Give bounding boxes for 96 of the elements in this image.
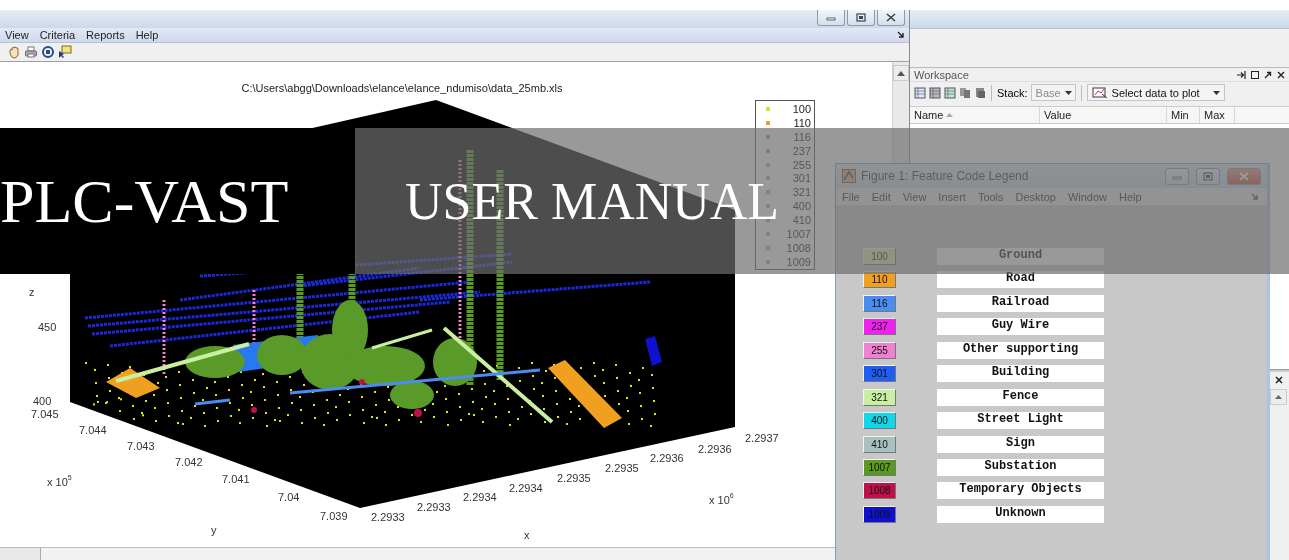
feature-name-field: Temporary Objects (937, 482, 1104, 500)
table-icon[interactable] (929, 86, 941, 99)
axis-label: z (29, 286, 35, 298)
tick-label: 2.2936 (650, 452, 684, 464)
tick-label: 2.2935 (557, 472, 591, 484)
cursor-icon[interactable] (58, 45, 72, 59)
menu-item[interactable]: Reports (86, 29, 125, 41)
color-swatch[interactable]: 400 (863, 412, 896, 430)
legend-label: 100 (791, 102, 812, 115)
tick-label: 7.042 (175, 456, 203, 468)
axis-multiplier: x 10$^{5}$ (47, 476, 72, 488)
axis-label: y (211, 524, 217, 536)
color-swatch[interactable]: 321 (863, 388, 896, 406)
color-swatch[interactable]: 301 (863, 365, 896, 383)
field-label: Stack: (997, 86, 1028, 99)
chart-icon (1091, 86, 1108, 99)
window-title: Figure 1: Feature Code Legend (861, 169, 1029, 183)
legend-label: 410 (791, 214, 812, 227)
menu-item[interactable]: View (5, 29, 29, 41)
legend-label: 301 (791, 172, 812, 185)
close-icon (884, 12, 898, 23)
tick-label: 7.045 (31, 408, 59, 420)
feature-name-field: Other supporting (937, 341, 1104, 359)
feature-name-field: Building (937, 365, 1104, 383)
color-swatch[interactable]: 116 (863, 294, 896, 312)
close-button[interactable] (877, 10, 905, 26)
banner-subtitle: USER MANUAL (405, 171, 780, 231)
tick-label: 2.2933 (371, 511, 405, 523)
tick-label: 2.2937 (745, 432, 779, 444)
color-swatch[interactable]: 237 (863, 318, 896, 336)
tick-label: 2.2934 (509, 482, 543, 494)
feature-name-field: Fence (937, 388, 1104, 406)
tick-label: 2.2934 (463, 491, 497, 503)
rotate-icon[interactable] (41, 45, 55, 59)
legend-label: 116 (792, 130, 812, 143)
tick-label: 7.044 (79, 424, 107, 436)
legend-label: 1008 (785, 241, 812, 254)
scroll-up-button[interactable] (1270, 389, 1287, 405)
feature-name-field: Sign (937, 435, 1104, 453)
color-swatch[interactable]: 1007 (863, 458, 896, 476)
tick-label: 7.043 (127, 440, 155, 452)
tick-label: 2.2935 (605, 462, 639, 474)
feature-name-field: Street Light (937, 412, 1104, 430)
hand-icon[interactable] (7, 45, 21, 59)
column-header[interactable]: Min (1167, 107, 1200, 123)
close-icon (1275, 375, 1283, 384)
column-header[interactable]: Value (1040, 107, 1167, 123)
copy-icon[interactable] (959, 86, 971, 99)
table-icon[interactable] (944, 86, 956, 99)
color-swatch[interactable]: 410 (863, 435, 896, 453)
maximize-icon[interactable] (1251, 70, 1259, 79)
legend-label: 255 (791, 158, 812, 171)
close-icon[interactable] (1277, 70, 1285, 79)
legend-label: 321 (791, 186, 812, 199)
legend-label: 1007 (785, 227, 812, 240)
tick-label: 7.041 (222, 473, 250, 485)
feature-name-field: Substation (937, 458, 1104, 476)
menu-item[interactable]: Criteria (39, 29, 76, 41)
undock-icon[interactable] (1264, 70, 1272, 79)
table-icon[interactable] (914, 86, 926, 99)
menu-item[interactable]: Help (135, 29, 159, 41)
arrow-up-icon (897, 70, 905, 76)
delete-icon[interactable] (974, 86, 986, 99)
column-header[interactable]: Name (910, 107, 1040, 123)
arrow-up-icon (1275, 395, 1282, 399)
maximize-icon (854, 12, 868, 23)
legend-label: 110 (792, 116, 812, 129)
feature-name-field: Unknown (937, 505, 1104, 523)
color-swatch[interactable]: 255 (863, 341, 896, 359)
tick-label: 400 (33, 395, 52, 407)
sort-up-icon (946, 113, 954, 117)
caret-icon (1212, 90, 1220, 95)
panel-title: Workspace (914, 68, 969, 81)
color-swatch[interactable]: 1008 (863, 482, 896, 500)
legend-label: 237 (791, 144, 812, 157)
dock-icon[interactable] (897, 31, 905, 39)
feature-name-field: Railroad (937, 294, 1104, 312)
plot-title: C:\Users\abgg\Downloads\elance\elance_ndumiso\data_25mb.xls (241, 82, 563, 94)
maximize-button[interactable] (847, 10, 875, 26)
legend-label: 1009 (785, 255, 812, 268)
dock-icon[interactable] (1237, 70, 1246, 79)
tick-label: 7.04 (278, 491, 300, 503)
column-header[interactable]: Max (1200, 107, 1235, 123)
tick-label: 2.2933 (417, 501, 451, 513)
tick-label: 450 (38, 321, 57, 333)
axis-label: x (524, 529, 530, 541)
product-title: PLC-VAST (0, 165, 289, 237)
printer-icon[interactable] (24, 45, 38, 59)
tick-label: 2.2936 (698, 443, 732, 455)
plot-selector-dropdown[interactable]: Select data to plot (1086, 84, 1225, 101)
scroll-up-button[interactable] (893, 65, 909, 81)
legend-label: 400 (791, 200, 812, 213)
feature-name-field: Guy Wire (937, 318, 1104, 336)
tick-label: 7.039 (320, 510, 348, 522)
caret-icon (1064, 90, 1072, 95)
axis-multiplier: x 10$^{6}$ (709, 494, 734, 506)
